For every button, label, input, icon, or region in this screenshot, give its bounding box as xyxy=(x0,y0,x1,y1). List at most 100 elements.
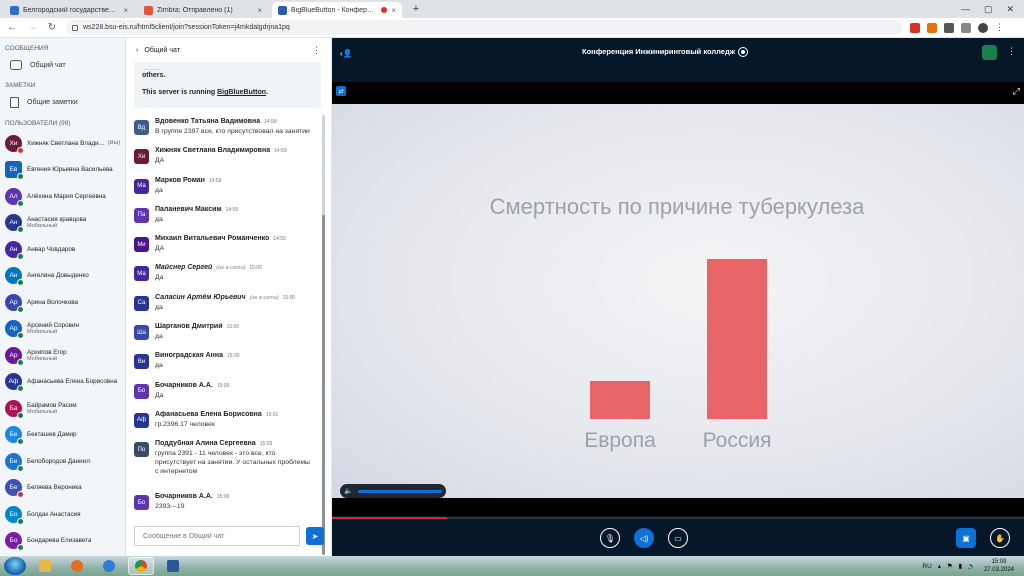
message-time: 14:59 xyxy=(225,206,239,213)
options-menu-icon[interactable]: ⋮ xyxy=(1007,46,1016,57)
chat-scroll-thumb[interactable] xyxy=(322,215,325,555)
taskbar-ie[interactable] xyxy=(96,557,122,575)
reload-icon[interactable]: ↻ xyxy=(46,22,58,33)
fullscreen-icon[interactable]: ⤢ xyxy=(1013,86,1020,97)
chat-options-icon[interactable]: ⋮ xyxy=(312,45,321,56)
user-list-panel: СООБЩЕНИЯ Общий чат ЗАМЕТКИ Общие заметк… xyxy=(0,38,126,556)
message-author: Бочарников А.А. xyxy=(155,381,213,389)
avatar-initials: Бе xyxy=(9,431,18,439)
share-webcam-button[interactable]: ▭ xyxy=(668,528,688,548)
user-list-item[interactable]: Бе Белобородов Даниил xyxy=(0,448,125,475)
puzzle-icon[interactable] xyxy=(944,22,954,33)
user-list-item[interactable]: Ар Архипов Егор Мобильный xyxy=(0,342,125,369)
swap-layout-icon[interactable]: ⇄ xyxy=(336,86,346,96)
volume-slider[interactable] xyxy=(358,489,442,493)
presentation-toggle-button[interactable]: ▣ xyxy=(956,528,976,548)
mute-microphone-button[interactable]: 🎙 xyxy=(600,528,620,548)
presentation-slide: Смертность по причине туберкулеза Европа… xyxy=(332,104,1024,498)
user-list-item[interactable]: Ан Анвар Човдаров xyxy=(0,236,125,263)
browser-tab[interactable]: BigBlueButton - Конференц × xyxy=(272,2,402,18)
leave-audio-button[interactable]: ◁) xyxy=(634,528,654,548)
users-section-title: ПОЛЬЗОВАТЕЛИ (99) xyxy=(5,120,71,127)
user-list-item[interactable]: Ар Арсений Соровин Мобильный xyxy=(0,316,125,343)
new-tab-button[interactable]: + xyxy=(408,1,424,17)
maximize-icon[interactable]: ▢ xyxy=(984,4,993,15)
message-body: Поддубная Алина Сергеевна 15:03 группа 239… xyxy=(155,440,314,487)
toggle-userlist-icon[interactable]: ‹👤 xyxy=(340,49,353,58)
browser-tab[interactable]: Zimbra: Отправлено (1) × xyxy=(138,2,268,18)
raise-hand-button[interactable]: ✋ xyxy=(990,528,1010,548)
message-time: 15:03 xyxy=(259,441,273,448)
message-text: да xyxy=(155,303,163,311)
language-indicator[interactable]: RU xyxy=(922,563,931,570)
forward-icon[interactable]: → xyxy=(26,22,38,33)
message-text: группа 2391 - 11 человек - это все, кто … xyxy=(155,450,310,476)
message-time: 14:59 xyxy=(274,148,287,155)
message-text: да xyxy=(155,215,163,223)
user-info: Байрамов Расим Мобильный xyxy=(27,402,77,415)
user-list-item[interactable]: Бо Болдак Анастасия xyxy=(0,501,125,528)
shared-notes-link[interactable]: Общие заметки xyxy=(0,92,125,113)
user-list-item[interactable]: Хи Хижняк Светлана Владимировна(Вы) xyxy=(0,130,125,157)
tray-icons[interactable]: ▴ ⚑ ▮ 🔊 xyxy=(938,562,978,570)
user-list-item[interactable]: Бе Беляева Вероника xyxy=(0,475,125,502)
volume-control[interactable]: 🔈 xyxy=(340,484,446,498)
mic-badge-icon xyxy=(17,544,24,552)
address-bar[interactable]: ws228.bsu-eis.ru/html5client/join?sessio… xyxy=(66,20,902,35)
avatar: Бо xyxy=(5,505,24,525)
user-list-item[interactable]: Ар Арина Волочкова xyxy=(0,289,125,316)
tab-favicon-icon xyxy=(144,5,153,15)
close-window-icon[interactable]: ✕ xyxy=(1006,4,1014,15)
user-list-item[interactable]: Ба Байрамов Расим Мобильный xyxy=(0,395,125,422)
speaker-icon[interactable]: 🔈 xyxy=(344,487,354,495)
mic-badge-icon xyxy=(17,358,24,366)
minimize-icon[interactable]: — xyxy=(961,4,970,14)
user-name: Бондарева Елизавета xyxy=(27,537,92,545)
send-message-button[interactable]: ➤ xyxy=(306,527,324,545)
avatar: Ар xyxy=(5,320,24,340)
back-icon[interactable]: ← xyxy=(6,22,18,33)
chat-title[interactable]: Общий чат xyxy=(144,47,180,54)
user-list-item[interactable]: Ан Ангелина Довыденко xyxy=(0,263,125,290)
chart-category-label: Россия xyxy=(702,429,772,452)
message-body: Михаил Витальевич Романченко 14:59 ДА xyxy=(155,235,314,258)
user-list-item[interactable]: Ан Анастасия кравцова Мобильный xyxy=(0,210,125,237)
recording-indicator-icon[interactable] xyxy=(738,47,748,57)
close-tab-icon[interactable]: × xyxy=(123,6,128,15)
close-tab-icon[interactable]: × xyxy=(257,6,262,15)
user-list-item[interactable]: Аф Афанасьева Елена Борисовна xyxy=(0,369,125,396)
public-chat-link[interactable]: Общий чат xyxy=(0,55,125,75)
bigbluebutton-link[interactable]: BigBlueButton xyxy=(217,89,266,96)
sidebar-toggle-icon[interactable] xyxy=(961,22,971,33)
clock-time: 15:09 xyxy=(991,559,1007,565)
browser-tab[interactable]: Белгородский государственный × xyxy=(4,2,134,18)
chat-message: Аф Афанасьева Елена Борисовна 15:01 гр.2396… xyxy=(126,408,322,437)
user-list-item[interactable]: Бо Бондарева Елизавета xyxy=(0,528,125,555)
chat-message-input[interactable] xyxy=(134,526,300,546)
close-tab-icon[interactable]: × xyxy=(391,6,396,15)
taskbar-word[interactable] xyxy=(160,557,186,575)
profile-icon[interactable] xyxy=(978,22,988,33)
welcome-line1: others. xyxy=(142,72,166,79)
extension-orange-icon[interactable] xyxy=(927,22,937,33)
connection-status-icon[interactable] xyxy=(982,45,997,60)
chat-scrollbar[interactable] xyxy=(322,115,325,555)
extension-red-icon[interactable] xyxy=(910,22,920,33)
user-list-item[interactable]: Ев Евгения Юрьевна Васильева xyxy=(0,157,125,184)
user-name: Афанасьева Елена Борисовна xyxy=(27,378,118,386)
start-button[interactable] xyxy=(4,557,26,575)
taskbar-media-player[interactable] xyxy=(64,557,90,575)
user-list-item[interactable]: Ал Алёхина Мария Сергеевна xyxy=(0,183,125,210)
user-list-item[interactable]: Бе Бекташев Дамир xyxy=(0,422,125,449)
tab-label: Белгородский государственный xyxy=(23,6,120,14)
chevron-left-icon[interactable]: ‹ xyxy=(136,47,138,54)
message-time: 14:59 xyxy=(208,177,222,184)
tab-label: Zimbra: Отправлено (1) xyxy=(157,6,233,14)
message-body: Вдовенко Татьяна Вадимовна 14:58 В группе … xyxy=(155,118,314,141)
browser-menu-icon[interactable]: ⋮ xyxy=(995,22,1004,33)
chat-message: Бо Бочарников А.А. 15:06 2393---19 xyxy=(126,490,322,519)
user-device-label: Мобильный xyxy=(27,408,58,415)
taskbar-explorer[interactable] xyxy=(32,557,58,575)
taskbar-chrome[interactable] xyxy=(128,557,154,575)
clock[interactable]: 15:09 27.03.2024 xyxy=(984,558,1014,574)
